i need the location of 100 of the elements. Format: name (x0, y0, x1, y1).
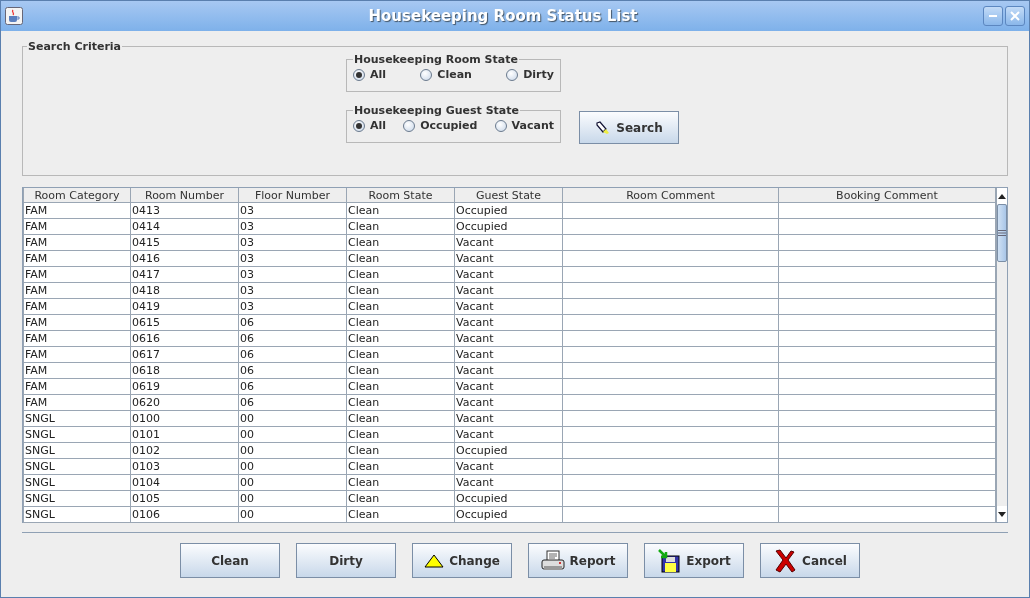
column-header[interactable]: Room State (346, 188, 455, 203)
table-cell: FAM (23, 378, 131, 395)
table-cell: SNGL (23, 474, 131, 491)
table-cell: 06 (238, 330, 347, 347)
radio-circle[interactable] (353, 119, 365, 132)
table-cell: 00 (238, 426, 347, 443)
table-cell: FAM (23, 234, 131, 251)
close-button[interactable] (1005, 6, 1025, 26)
action-button[interactable]: Dirty (296, 543, 396, 578)
table-cell: 0417 (130, 266, 239, 283)
table-cell: Vacant (454, 330, 563, 347)
table-cell: SNGL (23, 410, 131, 427)
table-cell: Clean (346, 442, 455, 459)
radio-option[interactable]: Occupied (403, 119, 478, 132)
radio-circle[interactable] (353, 68, 365, 81)
grip-icon (998, 230, 1006, 236)
table-cell: Vacant (454, 266, 563, 283)
column-header[interactable]: Room Comment (562, 188, 779, 203)
action-button[interactable]: Export (644, 543, 744, 578)
table-cell: 03 (238, 282, 347, 299)
table-cell: SNGL (23, 458, 131, 475)
table-cell: Clean (346, 490, 455, 507)
scroll-up-icon (998, 193, 1006, 199)
radio-option[interactable]: All (353, 119, 387, 132)
radio-option[interactable]: Vacant (494, 119, 554, 132)
radio-circle[interactable] (506, 68, 519, 81)
table-cell: Vacant (454, 410, 563, 427)
floppy-disk-icon (657, 548, 682, 573)
column-header[interactable]: Booking Comment (778, 188, 996, 203)
table-cell: FAM (23, 298, 131, 315)
action-button[interactable]: Report (528, 543, 628, 578)
cross-icon (773, 548, 798, 573)
radio-option[interactable]: Clean (420, 68, 472, 81)
column-header[interactable]: Floor Number (238, 188, 347, 203)
scroll-thumb[interactable] (997, 204, 1007, 262)
table-cell: 03 (238, 218, 347, 235)
table-cell: 0619 (130, 378, 239, 395)
minimize-button[interactable] (983, 6, 1003, 26)
table-cell: Vacant (454, 378, 563, 395)
table-cell: 0618 (130, 362, 239, 379)
table-cell: 0617 (130, 346, 239, 363)
table-cell: SNGL (23, 442, 131, 459)
table-cell: 0101 (130, 426, 239, 443)
table-cell: 0615 (130, 314, 239, 331)
table-cell: FAM (23, 218, 131, 235)
table-cell: Vacant (454, 474, 563, 491)
table-cell: Vacant (454, 250, 563, 267)
table-cell: FAM (23, 330, 131, 347)
table-cell: 00 (238, 410, 347, 427)
table-cell: 00 (238, 442, 347, 459)
table-cell: Vacant (454, 314, 563, 331)
table-cell: 0105 (130, 490, 239, 507)
table-cell: 00 (238, 506, 347, 523)
table-cell: Vacant (454, 394, 563, 411)
table-cell: 0414 (130, 218, 239, 235)
flashlight-icon (595, 120, 612, 135)
action-button[interactable]: Change (412, 543, 512, 578)
window-title: Housekeeping Room Status List (367, 7, 639, 25)
table-cell: SNGL (23, 506, 131, 523)
table-cell: Clean (346, 378, 455, 395)
radio-option[interactable]: Dirty (506, 68, 554, 81)
warning-triangle-icon (424, 553, 445, 568)
table-cell: 0413 (130, 202, 239, 219)
scrollbar[interactable] (996, 188, 1007, 522)
table-cell: FAM (23, 202, 131, 219)
column-header[interactable]: Room Number (130, 188, 239, 203)
table-cell: Clean (346, 234, 455, 251)
coffee-cup-icon (5, 7, 23, 25)
table-cell: 06 (238, 378, 347, 395)
table-cell: Vacant (454, 234, 563, 251)
column-header[interactable]: Room Category (23, 188, 131, 203)
radio-circle[interactable] (403, 119, 416, 132)
table-cell: 06 (238, 394, 347, 411)
table-cell: Vacant (454, 426, 563, 443)
table-cell: 00 (238, 458, 347, 475)
table-cell: 0415 (130, 234, 239, 251)
table-cell: Clean (346, 202, 455, 219)
table-cell: FAM (23, 250, 131, 267)
group-title: Housekeeping Room State (353, 53, 519, 66)
radio-circle[interactable] (494, 119, 507, 132)
table-cell: Clean (346, 250, 455, 267)
printer-icon (540, 549, 565, 572)
action-button[interactable]: Clean (180, 543, 280, 578)
table-cell: Clean (346, 330, 455, 347)
column-header[interactable]: Guest State (454, 188, 563, 203)
action-button[interactable]: Cancel (760, 543, 860, 578)
table-cell: 0104 (130, 474, 239, 491)
table-cell: 03 (238, 298, 347, 315)
table-cell: Clean (346, 426, 455, 443)
radio-option[interactable]: All (353, 68, 387, 81)
table-cell: Clean (346, 314, 455, 331)
radio-circle[interactable] (420, 68, 433, 81)
table-cell: 03 (238, 250, 347, 267)
table-cell: FAM (23, 314, 131, 331)
close-icon (1010, 11, 1020, 21)
table-cell: 06 (238, 314, 347, 331)
table-cell: Clean (346, 266, 455, 283)
table-cell: Vacant (454, 298, 563, 315)
search-button[interactable]: Search (579, 111, 679, 144)
table-cell: SNGL (23, 490, 131, 507)
